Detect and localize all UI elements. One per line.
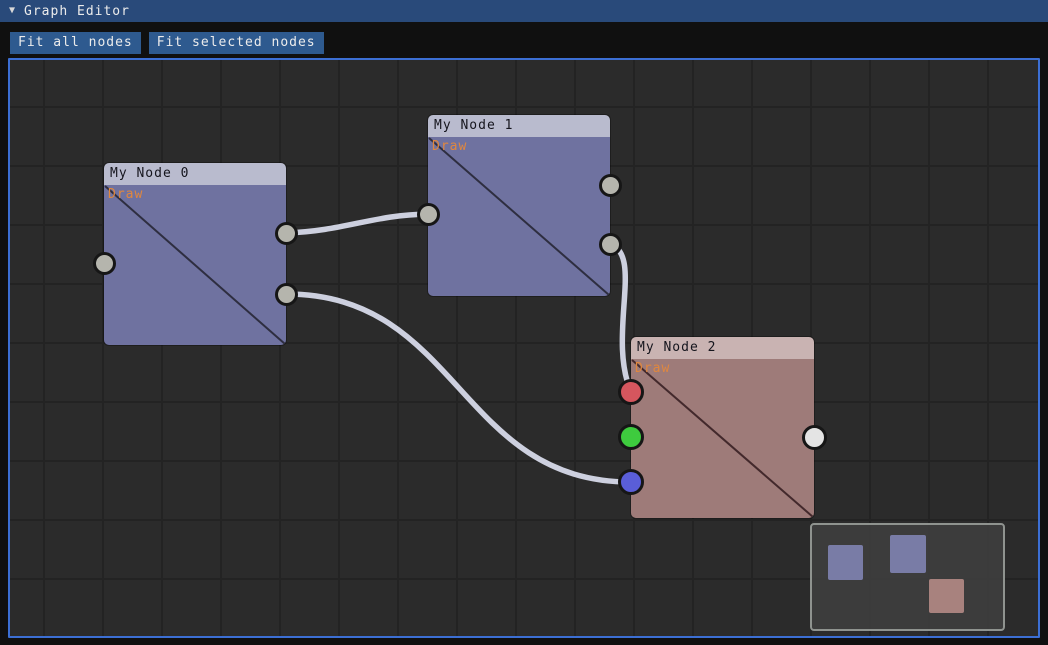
link-node0-out1-to-node1-in[interactable] bbox=[286, 214, 428, 233]
pin-my-node-2-input-red[interactable] bbox=[618, 379, 644, 405]
pin-my-node-2-input-green[interactable] bbox=[618, 424, 644, 450]
node-diagonal-line-my-node-0 bbox=[104, 185, 286, 345]
pin-my-node-0-output-1[interactable] bbox=[275, 222, 298, 245]
pin-my-node-2-input-blue[interactable] bbox=[618, 469, 644, 495]
collapse-arrow-icon[interactable]: ▼ bbox=[9, 6, 15, 16]
window-titlebar[interactable]: ▼ Graph Editor bbox=[0, 0, 1048, 22]
pin-my-node-0-output-2[interactable] bbox=[275, 283, 298, 306]
node-title-my-node-1[interactable]: My Node 1 bbox=[428, 115, 610, 137]
node-my-node-1[interactable]: My Node 1 Draw bbox=[428, 115, 610, 296]
mini-my-node-0 bbox=[828, 545, 863, 580]
node-body-my-node-0[interactable]: Draw bbox=[104, 185, 286, 345]
node-my-node-2[interactable]: My Node 2 Draw bbox=[631, 337, 814, 518]
node-title-my-node-0[interactable]: My Node 0 bbox=[104, 163, 286, 185]
fit-all-nodes-button[interactable]: Fit all nodes bbox=[10, 32, 141, 54]
pin-my-node-1-output-2[interactable] bbox=[599, 233, 622, 256]
link-node0-out2-to-node2-in-blue[interactable] bbox=[286, 294, 631, 482]
node-diagonal-line-my-node-2 bbox=[631, 359, 814, 518]
pin-my-node-1-input[interactable] bbox=[417, 203, 440, 226]
window-title: Graph Editor bbox=[24, 4, 130, 19]
node-diagonal-line-my-node-1 bbox=[428, 137, 610, 296]
node-editor-canvas[interactable]: My Node 0 Draw My Node 1 Draw My Node 2 Draw bbox=[8, 58, 1040, 638]
graph-editor-window: { "window": { "collapse_icon": "\u25BC",… bbox=[0, 0, 1048, 645]
mini-my-node-1 bbox=[890, 535, 926, 573]
node-draw-label-my-node-1: Draw bbox=[432, 139, 467, 154]
mini-my-node-2 bbox=[929, 579, 964, 613]
link-node1-out2-to-node2-in-red[interactable] bbox=[610, 244, 631, 392]
fit-selected-nodes-button[interactable]: Fit selected nodes bbox=[149, 32, 324, 54]
node-title-my-node-2[interactable]: My Node 2 bbox=[631, 337, 814, 359]
node-my-node-0[interactable]: My Node 0 Draw bbox=[104, 163, 286, 345]
pin-my-node-1-output-1[interactable] bbox=[599, 174, 622, 197]
node-body-my-node-2[interactable]: Draw bbox=[631, 359, 814, 518]
pin-my-node-2-output[interactable] bbox=[802, 425, 827, 450]
pin-my-node-0-input[interactable] bbox=[93, 252, 116, 275]
node-draw-label-my-node-2: Draw bbox=[635, 361, 670, 376]
node-body-my-node-1[interactable]: Draw bbox=[428, 137, 610, 296]
toolbar: Fit all nodes Fit selected nodes bbox=[10, 32, 324, 54]
minimap[interactable] bbox=[810, 523, 1005, 631]
node-draw-label-my-node-0: Draw bbox=[108, 187, 143, 202]
